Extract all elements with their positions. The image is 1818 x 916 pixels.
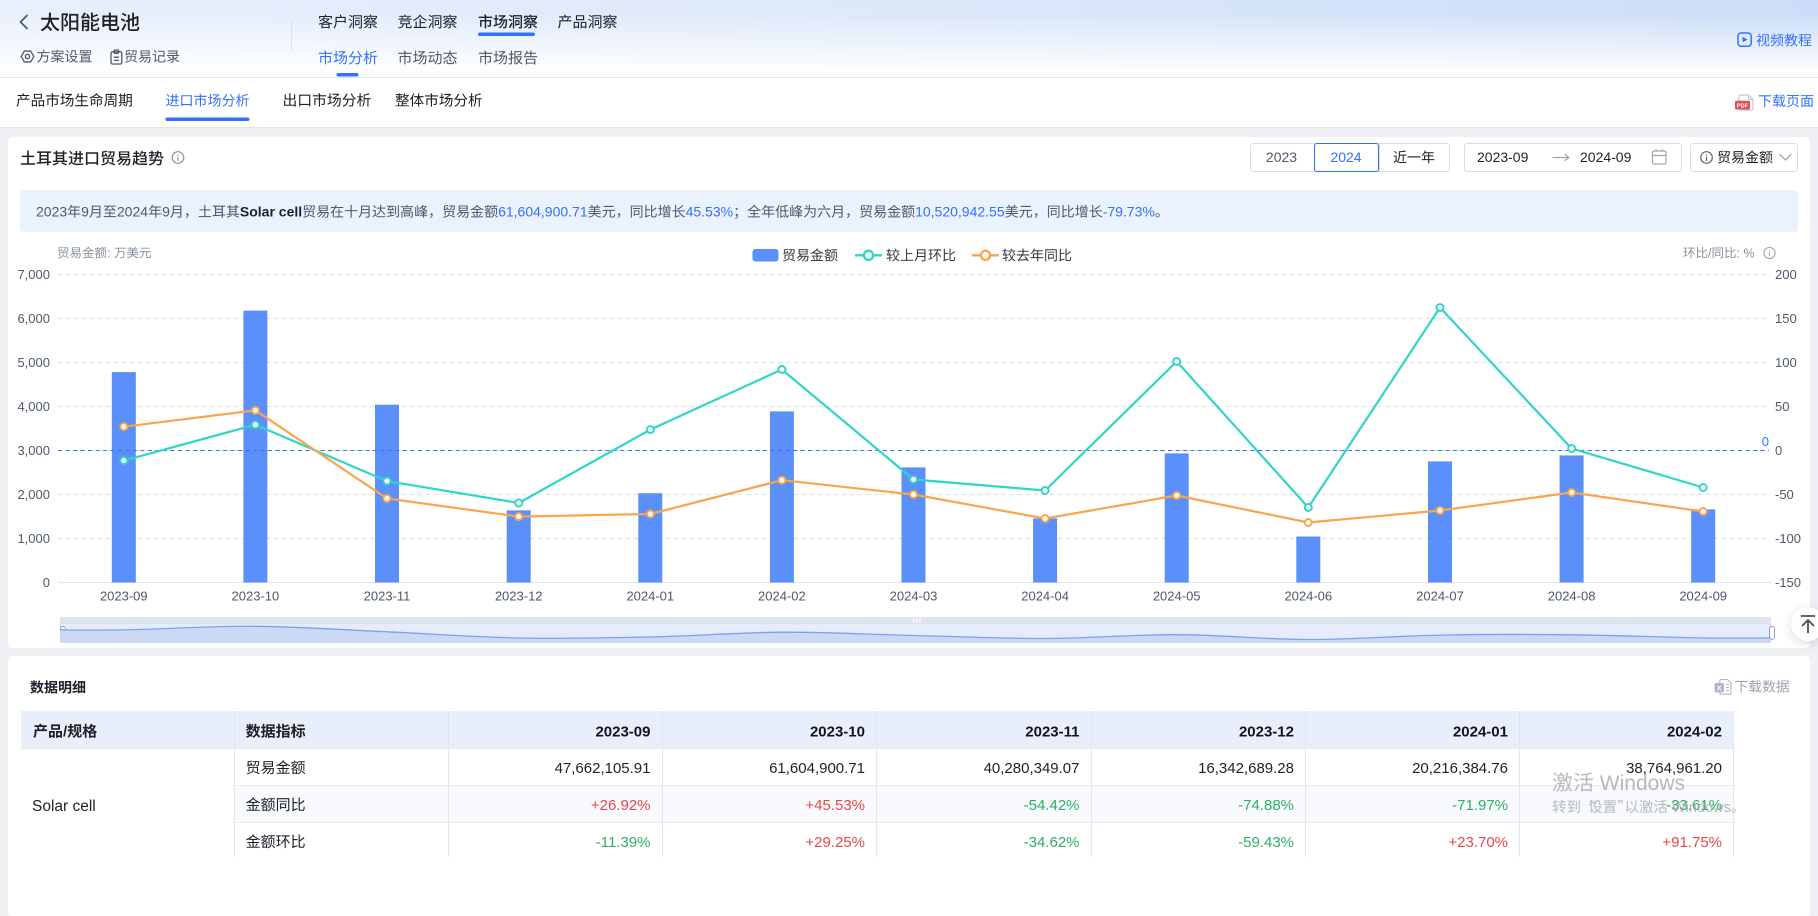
svg-text:2024-04: 2024-04 [1021,589,1069,604]
svg-text:-50: -50 [1775,487,1794,502]
svg-text:2023-09: 2023-09 [100,589,148,604]
svg-text:2024-09: 2024-09 [1580,149,1632,165]
svg-text:2024-08: 2024-08 [1548,589,1596,604]
svg-text:61,604,900.71: 61,604,900.71 [498,204,588,220]
svg-text:40,280,349.07: 40,280,349.07 [984,760,1080,777]
svg-text:Windows: Windows [1600,772,1685,795]
svg-text:-11.39%: -11.39% [596,834,651,851]
svg-text:2023: 2023 [36,204,67,220]
svg-text:2024: 2024 [117,204,148,220]
svg-text:150: 150 [1775,311,1797,326]
svg-text:0: 0 [43,575,50,590]
svg-text:7,000: 7,000 [17,267,50,282]
svg-text:45.53%: 45.53% [686,204,733,220]
svg-text:200: 200 [1775,267,1797,282]
svg-text:-54.42%: -54.42% [1024,797,1080,814]
svg-text:2023-12: 2023-12 [495,589,543,604]
svg-text:47,662,105.91: 47,662,105.91 [555,760,651,777]
svg-text:-100: -100 [1775,531,1801,546]
svg-text:-74.88%: -74.88% [1238,797,1294,814]
svg-text:5,000: 5,000 [17,355,50,370]
svg-text:20,216,384.76: 20,216,384.76 [1412,760,1508,777]
svg-text:2024-07: 2024-07 [1416,589,1464,604]
svg-text:+45.53%: +45.53% [805,797,865,814]
svg-text:2,000: 2,000 [17,487,50,502]
svg-text:2024-02: 2024-02 [1667,724,1722,741]
svg-text:Solar cell: Solar cell [240,204,302,220]
svg-text:50: 50 [1775,399,1789,414]
svg-text:: %: : % [1737,246,1755,260]
svg-text:2024-02: 2024-02 [758,589,806,604]
svg-text:2024-03: 2024-03 [890,589,938,604]
svg-text:+26.92%: +26.92% [591,797,651,814]
svg-text:/: / [1708,246,1712,260]
svg-text:/: / [63,724,68,741]
svg-text:-150: -150 [1775,575,1801,590]
svg-text:2023-09: 2023-09 [595,724,650,741]
svg-text:100: 100 [1775,355,1797,370]
svg-text:2023-09: 2023-09 [1477,149,1529,165]
svg-text:2024: 2024 [1330,149,1361,165]
svg-text:Solar cell: Solar cell [32,798,96,815]
svg-text:2023-11: 2023-11 [1025,724,1079,741]
svg-text:2023: 2023 [1266,149,1297,165]
svg-text:-71.97%: -71.97% [1452,797,1508,814]
svg-text:2024-09: 2024-09 [1679,589,1727,604]
svg-text:2023-11: 2023-11 [364,589,411,604]
svg-text:-79.73%: -79.73% [1103,204,1155,220]
svg-text:0: 0 [1762,434,1769,449]
svg-text:2023-10: 2023-10 [810,724,865,741]
svg-text:-34.62%: -34.62% [1024,834,1080,851]
svg-text:2023-12: 2023-12 [1239,724,1294,741]
svg-text:-59.43%: -59.43% [1238,834,1294,851]
svg-text:1,000: 1,000 [17,531,50,546]
svg-text:4,000: 4,000 [17,399,50,414]
svg-text:X: X [1717,686,1722,693]
svg-text:PDF: PDF [1737,104,1749,110]
svg-text:3,000: 3,000 [17,443,50,458]
svg-text:Windows: Windows [1672,800,1731,816]
svg-text:+23.70%: +23.70% [1448,834,1508,851]
svg-text:2024-06: 2024-06 [1284,589,1332,604]
svg-text:10,520,942.55: 10,520,942.55 [915,204,1005,220]
svg-text::: : [107,246,110,260]
svg-text:9: 9 [162,204,170,220]
svg-text:2024-01: 2024-01 [1453,724,1508,741]
svg-text:61,604,900.71: 61,604,900.71 [769,760,865,777]
svg-text:+91.75%: +91.75% [1662,834,1722,851]
svg-text:9: 9 [81,204,89,220]
svg-text:16,342,689.28: 16,342,689.28 [1198,760,1294,777]
svg-text:2024-01: 2024-01 [626,589,674,604]
svg-text:2024-05: 2024-05 [1153,589,1201,604]
svg-text:6,000: 6,000 [17,311,50,326]
svg-text:+29.25%: +29.25% [805,834,865,851]
svg-text:0: 0 [1775,443,1782,458]
svg-text:2023-10: 2023-10 [232,589,280,604]
